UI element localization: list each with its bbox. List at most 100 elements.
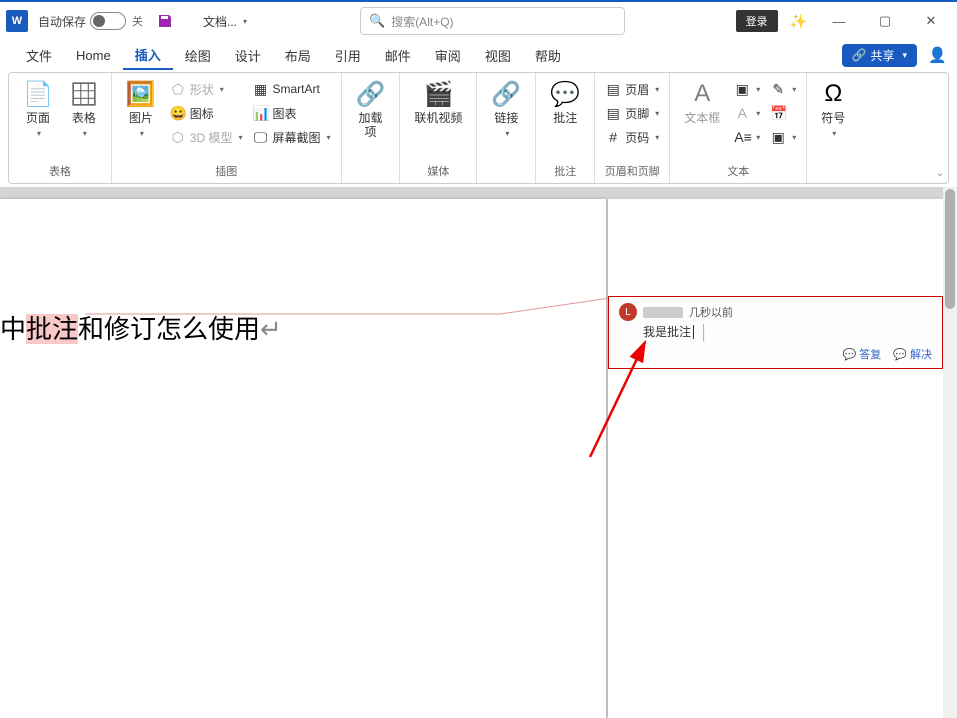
workspace: 中批注和修订怎么使用↵ L 几秒以前 我是批注 │ 💬答复 💬解决: [0, 187, 943, 718]
share-button[interactable]: 🔗 共享 ▾: [842, 44, 918, 67]
paragraph-mark-icon: ↵: [260, 314, 282, 344]
text-post: 和修订怎么使用: [78, 314, 260, 344]
reply-icon: 💬: [843, 348, 857, 361]
ribbon-group-illustrations: 🖼️ 图片▾ ⬠形状▾ 😀图标 ⬡3D 模型▾ ▦SmartArt 📊图表 🖵屏…: [112, 73, 342, 183]
wand-icon[interactable]: ✨: [790, 13, 807, 30]
signature-button[interactable]: ✎▾: [766, 77, 800, 101]
comment-body[interactable]: 我是批注 │: [643, 323, 932, 340]
search-input[interactable]: 🔍 搜索(Alt+Q): [360, 7, 625, 35]
picture-icon: 🖼️: [126, 79, 156, 109]
comment-pane: L 几秒以前 我是批注 │ 💬答复 💬解决: [608, 199, 943, 718]
comment-author: [643, 307, 683, 318]
reply-button[interactable]: 💬答复: [843, 346, 882, 362]
vertical-scrollbar[interactable]: [943, 187, 957, 718]
quickparts-button[interactable]: ▣▾: [730, 77, 764, 101]
tab-insert[interactable]: 插入: [123, 41, 173, 70]
3dmodels-button[interactable]: ⬡3D 模型▾: [166, 125, 247, 149]
header-button[interactable]: ▤页眉▾: [601, 77, 663, 101]
tab-design[interactable]: 设计: [223, 42, 273, 69]
tab-file[interactable]: 文件: [14, 42, 64, 69]
screenshot-button[interactable]: 🖵屏幕截图▾: [248, 125, 334, 149]
shapes-button[interactable]: ⬠形状▾: [166, 77, 247, 101]
pagenum-button[interactable]: #页码▾: [601, 125, 663, 149]
autosave-toggle-icon[interactable]: [90, 12, 126, 30]
autosave-label: 自动保存: [38, 13, 86, 30]
ibeam-icon: │: [700, 324, 709, 340]
comment-button[interactable]: 💬 批注: [542, 77, 588, 127]
wordart-button[interactable]: A▾: [730, 101, 764, 125]
tab-view[interactable]: 视图: [473, 42, 523, 69]
tab-references[interactable]: 引用: [323, 42, 373, 69]
shapes-icon: ⬠: [170, 81, 186, 98]
tab-draw[interactable]: 绘图: [173, 42, 223, 69]
minimize-button[interactable]: —: [819, 6, 859, 36]
chart-button[interactable]: 📊图表: [248, 101, 334, 125]
ribbon: 📄 页面▾ 表格▾ 表格 🖼️ 图片▾ ⬠形状▾ 😀图标 ⬡3D 模型▾ ▦Sm…: [8, 72, 949, 184]
comment-connector-line: [85, 296, 610, 316]
ribbon-group-headerfooter: ▤页眉▾ ▤页脚▾ #页码▾ 页眉和页脚: [595, 73, 670, 183]
cube-icon: ⬡: [170, 129, 186, 146]
smartart-button[interactable]: ▦SmartArt: [248, 77, 334, 101]
tab-help[interactable]: 帮助: [523, 42, 573, 69]
link-button[interactable]: 🔗 链接▾: [483, 77, 529, 142]
group-label: 批注: [554, 163, 576, 181]
comment-icon: 💬: [550, 79, 580, 109]
group-label: 表格: [49, 163, 71, 181]
comment-actions: 💬答复 💬解决: [619, 346, 932, 362]
header-icon: ▤: [605, 81, 621, 98]
comments-pane-icon[interactable]: 👤: [928, 46, 947, 64]
chevron-down-icon: ▾: [902, 50, 907, 61]
avatar-icon: L: [619, 303, 637, 321]
chart-icon: 📊: [252, 105, 268, 122]
object-button[interactable]: ▣▾: [766, 125, 800, 149]
table-icon: [71, 79, 97, 109]
addins-button[interactable]: 🔗 加载 项: [348, 77, 394, 142]
signature-icon: ✎: [770, 81, 786, 98]
page-button[interactable]: 📄 页面▾: [15, 77, 61, 142]
object-icon: ▣: [770, 129, 786, 146]
video-icon: 🎬: [423, 79, 453, 109]
ribbon-group-media: 🎬 联机视频 媒体: [400, 73, 477, 183]
group-label: [369, 167, 372, 181]
tab-home[interactable]: Home: [64, 44, 123, 67]
symbol-button[interactable]: Ω 符号▾: [813, 77, 853, 142]
textbox-button[interactable]: A 文本框: [676, 77, 728, 127]
tab-mailings[interactable]: 邮件: [373, 42, 423, 69]
login-button[interactable]: 登录: [736, 10, 778, 32]
comment-header: L 几秒以前: [619, 303, 932, 321]
comment-card[interactable]: L 几秒以前 我是批注 │ 💬答复 💬解决: [608, 296, 943, 369]
dropcap-button[interactable]: A≡▾: [730, 125, 764, 149]
search-placeholder: 搜索(Alt+Q): [391, 13, 453, 30]
document-name[interactable]: 文档... ▾: [203, 13, 247, 30]
pictures-button[interactable]: 🖼️ 图片▾: [118, 77, 164, 142]
tab-layout[interactable]: 布局: [273, 42, 323, 69]
save-icon[interactable]: [157, 13, 173, 29]
parts-icon: ▣: [734, 81, 750, 98]
resolve-button[interactable]: 💬解决: [893, 346, 932, 362]
screenshot-icon: 🖵: [252, 129, 268, 146]
tab-review[interactable]: 审阅: [423, 42, 473, 69]
menu-bar: 文件 Home 插入 绘图 设计 布局 引用 邮件 审阅 视图 帮助 🔗 共享 …: [0, 40, 957, 70]
document-page[interactable]: 中批注和修订怎么使用↵: [0, 199, 606, 718]
icons-icon: 😀: [170, 105, 186, 122]
close-button[interactable]: ✕: [911, 6, 951, 36]
date-icon: 📅: [770, 105, 786, 122]
highlighted-text: 批注: [26, 314, 78, 344]
autosave-control[interactable]: 自动保存 关: [38, 12, 143, 30]
onlinevideo-button[interactable]: 🎬 联机视频: [406, 77, 470, 127]
icons-button[interactable]: 😀图标: [166, 101, 247, 125]
ribbon-group-comments: 💬 批注 批注: [536, 73, 595, 183]
share-icon: 🔗: [852, 48, 867, 62]
footer-button[interactable]: ▤页脚▾: [601, 101, 663, 125]
link-icon: 🔗: [491, 79, 521, 109]
datetime-button[interactable]: 📅: [766, 101, 800, 125]
ribbon-collapse-icon[interactable]: ⌄: [936, 168, 944, 179]
scrollbar-thumb[interactable]: [945, 189, 955, 309]
maximize-button[interactable]: ▢: [865, 6, 905, 36]
table-button[interactable]: 表格▾: [63, 77, 105, 142]
wordart-icon: A: [734, 105, 750, 121]
search-icon: 🔍: [369, 13, 385, 29]
group-label: 文本: [727, 163, 749, 181]
ribbon-group-links: 🔗 链接▾: [477, 73, 536, 183]
ribbon-group-text: A 文本框 ▣▾ A▾ A≡▾ ✎▾ 📅 ▣▾ 文本: [670, 73, 807, 183]
